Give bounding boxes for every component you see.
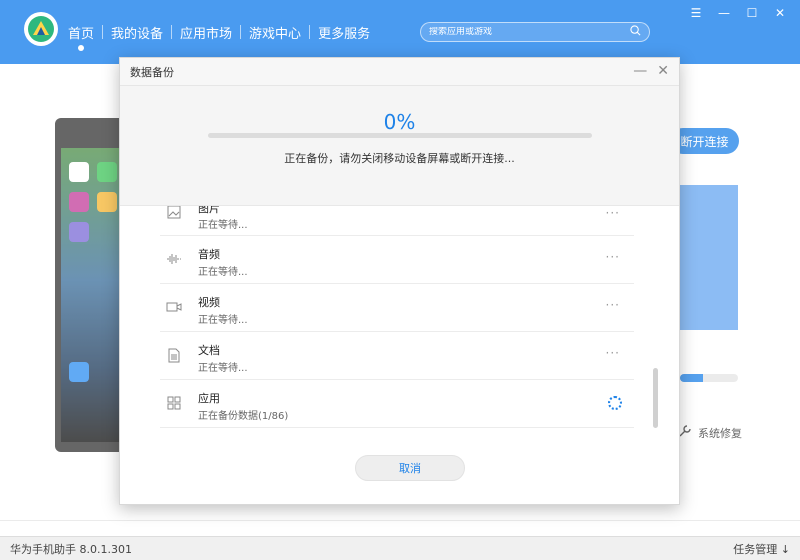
nav-app-market[interactable]: 应用市场 (172, 23, 240, 42)
item-name: 文档 (198, 344, 220, 357)
list-item: 文档 正在等待... ··· (160, 332, 634, 380)
nav-home[interactable]: 首页 (60, 23, 102, 51)
item-name: 音频 (198, 248, 220, 261)
item-name: 视频 (198, 296, 220, 309)
list-scrollbar[interactable] (653, 368, 658, 428)
version-label: 华为手机助手 8.0.1.301 (10, 542, 132, 556)
status-bar: 华为手机助手 8.0.1.301 任务管理 ↓ (0, 536, 800, 560)
nav-more-services[interactable]: 更多服务 (310, 23, 378, 42)
item-status: 正在等待... (198, 220, 248, 231)
progress-message: 正在备份，请勿关闭移动设备屏幕或断开连接... (284, 152, 515, 165)
loading-spinner-icon (608, 396, 622, 410)
nav-my-device[interactable]: 我的设备 (103, 23, 171, 42)
dialog-minimize-icon[interactable]: — (633, 64, 647, 78)
item-name: 图片 (198, 206, 220, 215)
more-options-icon[interactable]: ··· (606, 346, 620, 360)
item-status: 正在等待... (198, 267, 248, 278)
menu-icon[interactable]: ☰ (690, 6, 702, 20)
maximize-icon[interactable]: ☐ (746, 6, 758, 20)
image-icon (166, 206, 182, 220)
progress-bar (208, 133, 592, 138)
apps-icon (166, 395, 182, 411)
audio-icon (166, 251, 182, 267)
item-status: 正在等待... (198, 363, 248, 374)
dialog-controls: — ✕ (633, 64, 669, 78)
nav-game-center[interactable]: 游戏中心 (241, 23, 309, 42)
top-bar: 首页 我的设备 应用市场 游戏中心 更多服务 ☰ — ☐ ✕ (0, 0, 800, 64)
item-name: 应用 (198, 392, 220, 405)
item-status: 正在等待... (198, 315, 248, 326)
document-icon (166, 347, 182, 363)
app-logo-icon[interactable] (24, 12, 58, 46)
cancel-button[interactable]: 取消 (355, 455, 465, 481)
item-status: 正在备份数据(1/86) (198, 411, 289, 422)
more-options-icon[interactable]: ··· (606, 250, 620, 264)
task-manager-link[interactable]: 任务管理 ↓ (733, 541, 790, 557)
dialog-titlebar: 数据备份 (120, 58, 679, 86)
backup-dialog: 数据备份 — ✕ 0% 正在备份，请勿关闭移动设备屏幕或断开连接... 图片 正… (119, 57, 680, 505)
list-item: 应用 正在备份数据(1/86) (160, 380, 634, 428)
progress-section: 0% 正在备份，请勿关闭移动设备屏幕或断开连接... (120, 86, 679, 206)
dialog-title: 数据备份 (130, 65, 174, 79)
list-item: 视频 正在等待... ··· (160, 284, 634, 332)
video-icon (166, 299, 182, 315)
more-options-icon[interactable]: ··· (606, 298, 620, 312)
main-nav: 首页 我的设备 应用市场 游戏中心 更多服务 (60, 0, 378, 64)
dialog-close-icon[interactable]: ✕ (657, 64, 669, 78)
minimize-icon[interactable]: — (718, 6, 730, 20)
search-input[interactable] (429, 27, 630, 37)
search-box[interactable] (420, 22, 650, 42)
close-icon[interactable]: ✕ (774, 6, 786, 20)
backup-item-list: 图片 正在等待... ··· 音频 正在等待... ··· 视频 正在等待...… (160, 206, 634, 429)
list-item: 音频 正在等待... ··· (160, 236, 634, 284)
more-options-icon[interactable]: ··· (606, 206, 620, 220)
search-icon[interactable] (630, 25, 641, 39)
list-item: 图片 正在等待... ··· (160, 206, 634, 236)
window-controls: ☰ — ☐ ✕ (690, 6, 786, 20)
progress-percent: 0% (383, 110, 416, 134)
